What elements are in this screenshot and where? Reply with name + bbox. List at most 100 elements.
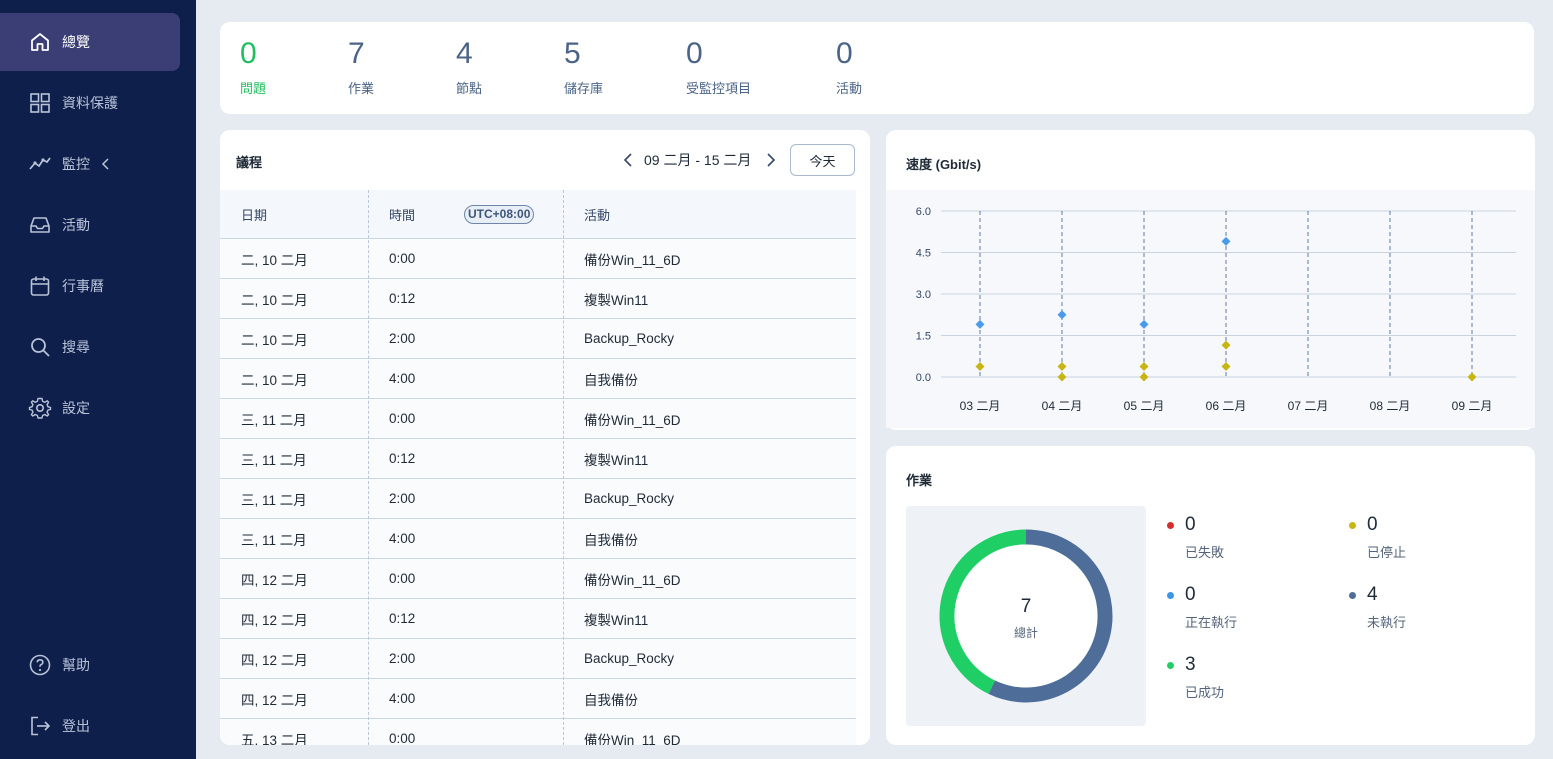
table-row[interactable]: 四, 12 二月 4:00 自我備份: [220, 679, 856, 719]
row-activity: 複製Win11: [584, 292, 649, 308]
table-row[interactable]: 四, 12 二月 0:12 複製Win11: [220, 599, 856, 639]
help-icon: [29, 654, 51, 676]
speed-card: 速度 (Gbit/s) 6.0 4.5 3.0 1.5 0.0 03 二月 04 二月 05 …: [886, 130, 1535, 430]
chevron-right-icon: [767, 153, 776, 167]
logout-icon: [31, 716, 51, 736]
row-time: 0:00: [389, 411, 416, 426]
donut-total-value: 7: [1020, 596, 1032, 617]
data-point: [1057, 361, 1067, 371]
row-time: 0:12: [389, 291, 416, 306]
data-point: [1221, 361, 1231, 371]
sidebar-item-overview[interactable]: 總覽: [0, 13, 180, 71]
today-button[interactable]: 今天: [790, 144, 855, 176]
data-point: [1139, 372, 1149, 382]
stat-jobs[interactable]: 7 作業: [348, 36, 374, 97]
row-time: 4:00: [389, 371, 416, 386]
next-week-button[interactable]: [761, 150, 781, 170]
table-row[interactable]: 三, 11 二月 4:00 自我備份: [220, 519, 856, 559]
row-time: 0:00: [389, 571, 416, 586]
data-point: [1057, 372, 1067, 382]
x-tick-label: 07 二月: [1288, 399, 1329, 413]
table-row[interactable]: 二, 10 二月 0:12 複製Win11: [220, 279, 856, 319]
row-date: 二, 10 二月: [241, 292, 308, 308]
column-header-time[interactable]: 時間: [389, 205, 415, 224]
table-row[interactable]: 二, 10 二月 4:00 自我備份: [220, 359, 856, 399]
stat-repositories[interactable]: 5 儲存庫: [564, 36, 603, 97]
y-tick-label: 4.5: [916, 248, 931, 260]
row-date: 二, 10 二月: [241, 252, 308, 268]
jobs-title: 作業: [906, 473, 933, 488]
sidebar-item-label: 幫助: [62, 657, 90, 673]
legend-dot: [1167, 522, 1174, 529]
sidebar-item-help[interactable]: 幫助: [0, 636, 180, 694]
jobs-donut-panel: 7 總計: [906, 506, 1146, 726]
row-date: 四, 12 二月: [241, 652, 308, 668]
search-icon: [31, 338, 50, 357]
row-activity: 備份Win_11_6D: [584, 572, 681, 588]
table-row[interactable]: 四, 12 二月 2:00 Backup_Rocky: [220, 639, 856, 679]
row-activity: Backup_Rocky: [584, 331, 675, 346]
row-activity: Backup_Rocky: [584, 651, 675, 666]
sidebar: 總覽 資料保護 監控 活動 行事曆 搜尋 設定 幫助 登出: [0, 0, 196, 759]
row-date: 三, 11 二月: [241, 492, 307, 508]
row-activity: 複製Win11: [584, 452, 649, 468]
row-date: 三, 11 二月: [241, 412, 307, 428]
row-activity: Backup_Rocky: [584, 491, 675, 506]
row-activity: 自我備份: [584, 692, 638, 708]
stat-value: 7: [348, 37, 365, 70]
row-time: 2:00: [389, 651, 416, 666]
legend-value: 3: [1185, 654, 1196, 675]
stat-value: 4: [456, 37, 473, 70]
date-range: 09 二月 - 15 二月: [644, 152, 752, 168]
row-date: 四, 12 二月: [241, 612, 308, 628]
table-row[interactable]: 二, 10 二月 0:00 備份Win_11_6D: [220, 239, 856, 279]
legend-value: 4: [1367, 584, 1378, 605]
data-point: [1057, 310, 1067, 320]
home-icon: [31, 33, 49, 51]
stat-label: 作業: [348, 81, 375, 96]
legend-value: 0: [1185, 584, 1196, 605]
sidebar-item-search[interactable]: 搜尋: [0, 318, 180, 376]
schedule-title: 議程: [236, 155, 263, 170]
sidebar-item-label: 總覽: [62, 34, 90, 50]
row-date: 二, 10 二月: [241, 332, 308, 348]
stat-label: 問題: [240, 81, 267, 96]
sidebar-item-calendar[interactable]: 行事曆: [0, 257, 180, 315]
y-tick-label: 1.5: [916, 331, 931, 343]
sidebar-item-logout[interactable]: 登出: [0, 697, 180, 755]
prev-week-button[interactable]: [618, 150, 638, 170]
column-header-activity[interactable]: 活動: [584, 205, 610, 224]
sidebar-item-label: 活動: [62, 217, 90, 233]
y-tick-label: 0.0: [916, 372, 931, 384]
chevron-left-icon[interactable]: [100, 158, 112, 170]
sidebar-item-activities[interactable]: 活動: [0, 196, 180, 254]
table-row[interactable]: 三, 11 二月 2:00 Backup_Rocky: [220, 479, 856, 519]
row-time: 0:12: [389, 451, 416, 466]
row-time: 2:00: [389, 331, 416, 346]
sidebar-item-monitoring[interactable]: 監控: [0, 135, 180, 193]
grid-icon: [30, 93, 50, 113]
legend-value: 0: [1367, 514, 1378, 535]
stat-nodes[interactable]: 4 節點: [456, 36, 482, 97]
row-date: 二, 10 二月: [241, 372, 308, 388]
stat-activities[interactable]: 0 活動: [836, 36, 862, 97]
row-activity: 自我備份: [584, 372, 638, 388]
column-header-date[interactable]: 日期: [241, 205, 267, 224]
table-row[interactable]: 四, 12 二月 0:00 備份Win_11_6D: [220, 559, 856, 599]
row-date: 五, 13 二月: [241, 732, 308, 746]
table-row[interactable]: 三, 11 二月 0:12 複製Win11: [220, 439, 856, 479]
schedule-table: 日期 時間 UTC+08:00 活動 二, 10 二月 0:00 備份Win_11_…: [220, 190, 856, 745]
timezone-badge[interactable]: UTC+08:00: [464, 205, 535, 224]
row-time: 0:00: [389, 731, 416, 745]
stat-value: 0: [686, 37, 703, 70]
table-row[interactable]: 三, 11 二月 0:00 備份Win_11_6D: [220, 399, 856, 439]
row-time: 2:00: [389, 491, 416, 506]
sidebar-item-settings[interactable]: 設定: [0, 379, 180, 437]
sidebar-item-label: 資料保護: [62, 95, 118, 111]
table-row[interactable]: 二, 10 二月 2:00 Backup_Rocky: [220, 319, 856, 359]
row-activity: 複製Win11: [584, 612, 649, 628]
sidebar-item-data-protection[interactable]: 資料保護: [0, 74, 180, 132]
stat-monitored-items[interactable]: 0 受監控項目: [686, 36, 751, 97]
stat-issues[interactable]: 0 問題: [240, 36, 266, 97]
table-row[interactable]: 五, 13 二月 0:00 備份Win_11_6D: [220, 719, 856, 745]
